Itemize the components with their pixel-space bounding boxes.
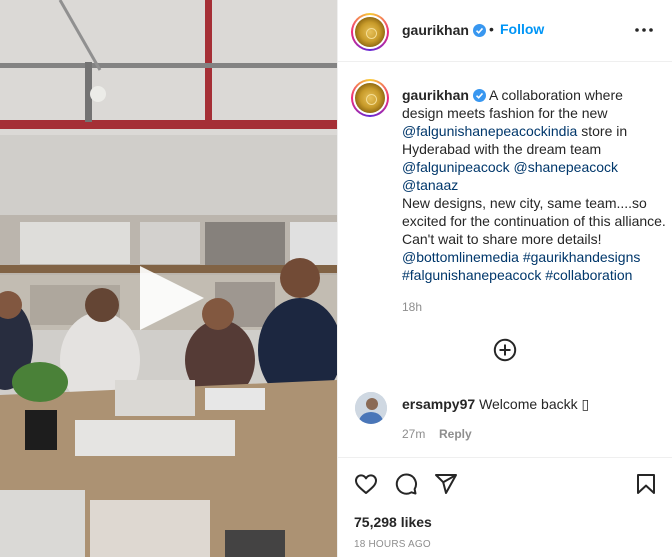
post-side-panel: gaurikhan • Follow gaurikhan A collabora… xyxy=(337,0,672,557)
send-icon[interactable] xyxy=(434,472,458,496)
heart-icon[interactable] xyxy=(354,472,378,496)
reply-button[interactable]: Reply xyxy=(439,427,472,441)
caption-text-3: New designs, new city, same team....so e… xyxy=(402,195,666,247)
comment: ersampy97 Welcome backk ▯ xyxy=(402,396,589,413)
mention-bottomlinemedia[interactable]: @bottomlinemedia xyxy=(402,249,519,265)
verified-badge-icon xyxy=(472,89,486,102)
mention-tanaaz[interactable]: @tanaaz xyxy=(402,177,458,193)
comment-avatar[interactable] xyxy=(355,392,387,424)
bookmark-icon[interactable] xyxy=(634,472,658,496)
follow-button[interactable]: Follow xyxy=(500,21,544,37)
post-username[interactable]: gaurikhan xyxy=(402,22,486,38)
post-actions: 75,298 likes 18 HOURS AGO xyxy=(338,457,672,557)
comment-icon[interactable] xyxy=(394,472,418,496)
comment-body: Welcome backk xyxy=(479,396,578,412)
verified-badge-icon xyxy=(472,24,486,37)
caption-time[interactable]: 18h xyxy=(402,300,422,314)
comment-time[interactable]: 27m xyxy=(402,427,425,441)
avatar[interactable] xyxy=(351,13,389,51)
mention-shanepeacock[interactable]: @shanepeacock xyxy=(514,159,619,175)
caption-avatar[interactable] xyxy=(351,79,389,117)
post-username-text[interactable]: gaurikhan xyxy=(402,22,469,38)
post-media[interactable] xyxy=(0,0,337,557)
mention-falgunipeacock[interactable]: @falgunipeacock xyxy=(402,159,510,175)
comment-avatar-image xyxy=(355,392,387,424)
hashtag-gaurikhandesigns[interactable]: #gaurikhandesigns xyxy=(523,249,641,265)
caption-username[interactable]: gaurikhan xyxy=(402,87,469,103)
post-header: gaurikhan • Follow xyxy=(338,0,672,62)
hashtag-collaboration[interactable]: #collaboration xyxy=(545,267,632,283)
plus-circle-icon[interactable] xyxy=(493,338,517,362)
more-horizontal-icon[interactable] xyxy=(632,18,656,42)
mention-falgunishanepeacockindia[interactable]: @falgunishanepeacockindia xyxy=(402,123,577,139)
comment-emoji: ▯ xyxy=(581,396,590,412)
play-icon[interactable] xyxy=(136,262,208,334)
like-count[interactable]: 75,298 likes xyxy=(354,514,432,530)
post-caption: gaurikhan A collaboration where design m… xyxy=(402,86,666,284)
hashtag-falgunishanepeacock[interactable]: #falgunishanepeacock xyxy=(402,267,541,283)
comment-username[interactable]: ersampy97 xyxy=(402,396,475,412)
separator-dot: • xyxy=(489,21,494,37)
post-timestamp[interactable]: 18 HOURS AGO xyxy=(354,539,431,550)
comments-section: gaurikhan A collaboration where design m… xyxy=(338,62,672,457)
